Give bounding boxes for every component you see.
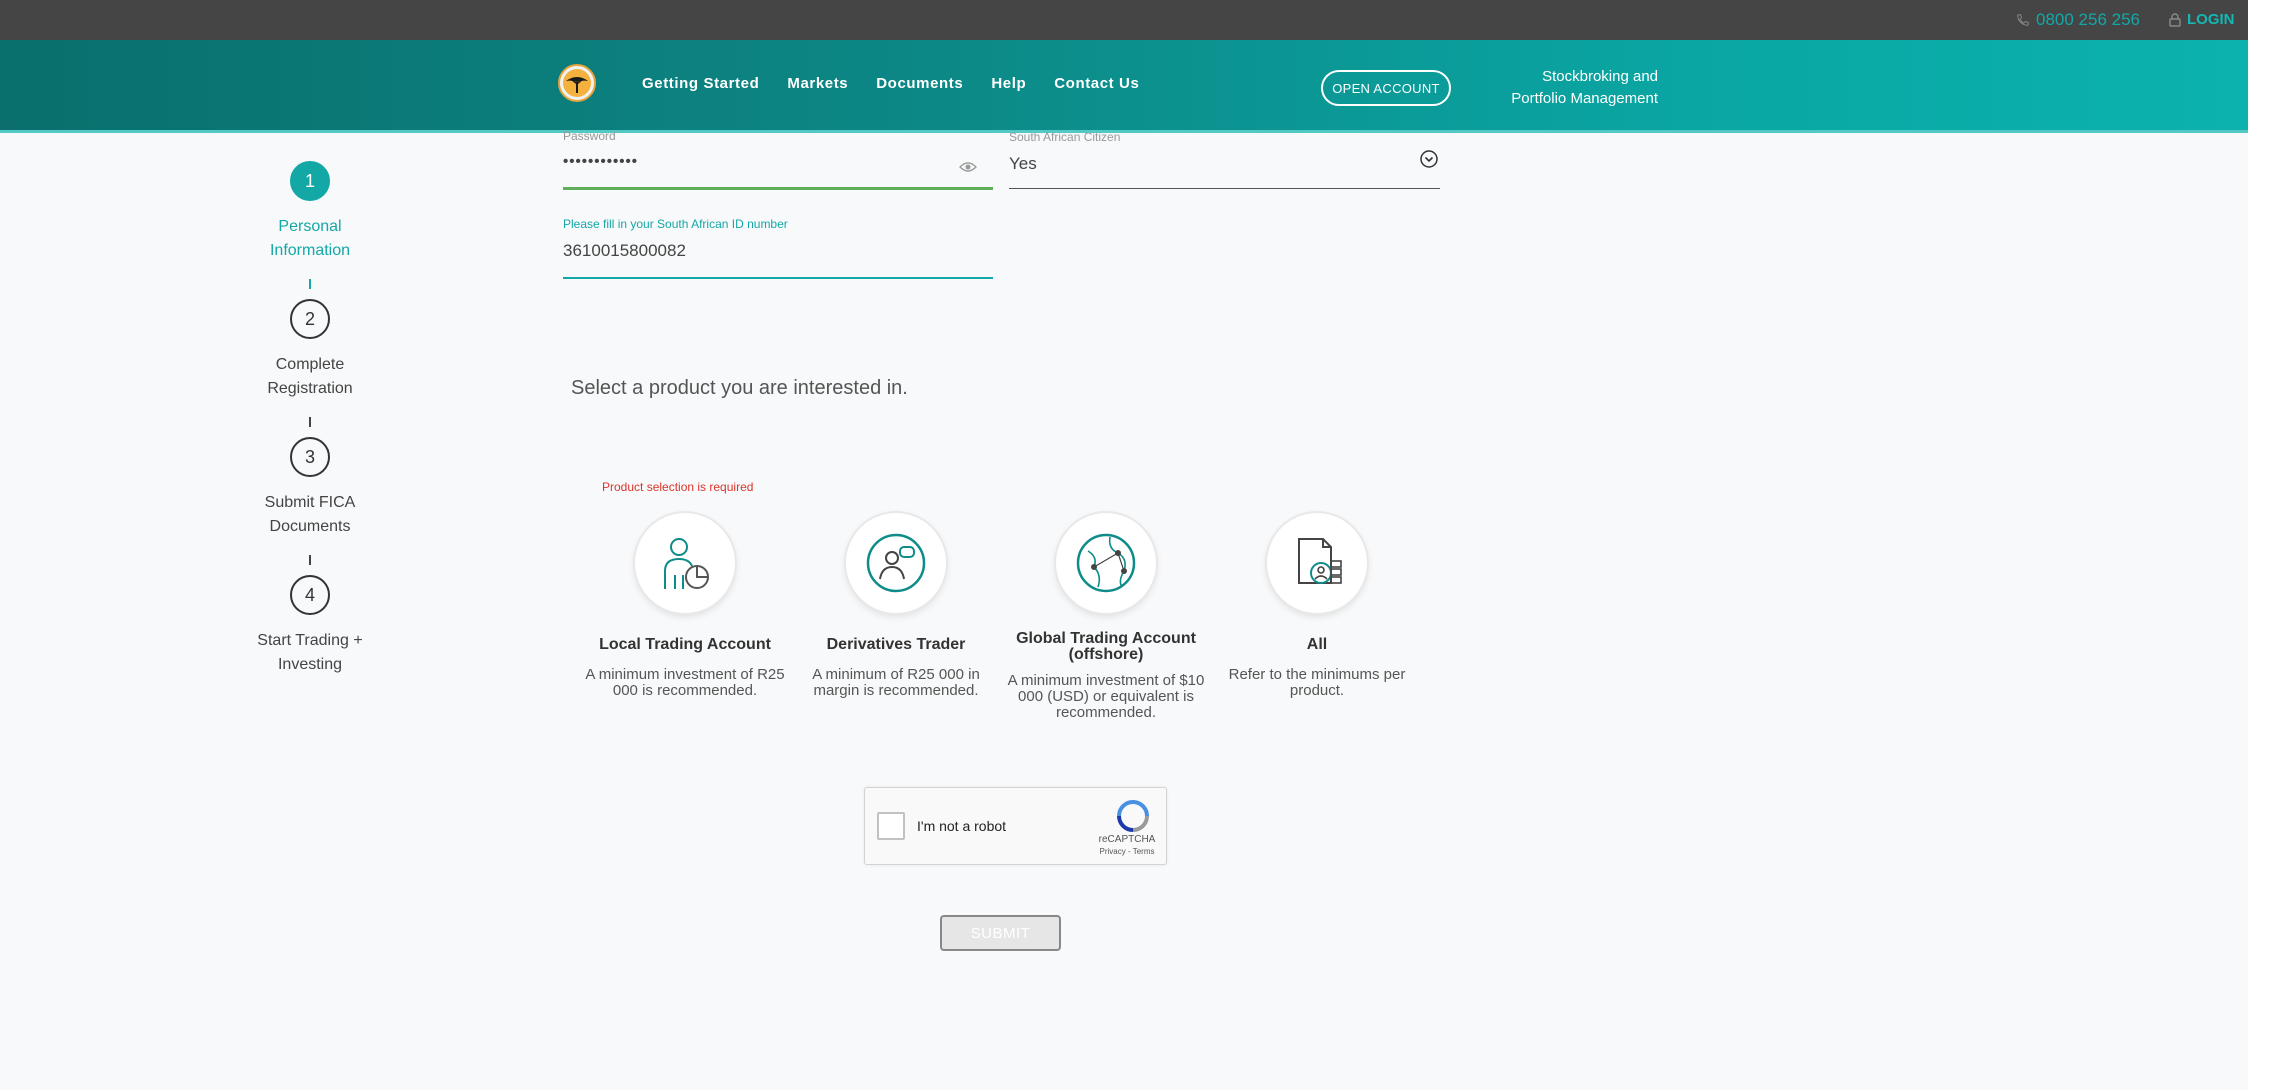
step-label: Start Trading + Investing bbox=[220, 629, 400, 677]
step-start-trading: 4 Start Trading + Investing bbox=[220, 575, 400, 677]
document-portfolio-icon bbox=[1298, 538, 1342, 584]
step-label-line-2: Registration bbox=[267, 380, 353, 397]
step-number: 3 bbox=[290, 437, 330, 477]
step-submit-fica: 3 Submit FICA Documents bbox=[220, 437, 400, 539]
step-label-line-2: Documents bbox=[269, 518, 351, 535]
lock-icon bbox=[2169, 12, 2181, 27]
recaptcha-terms-link[interactable]: Privacy - Terms bbox=[1087, 847, 1167, 856]
product-description: A minimum of R25 000 in margin is recomm… bbox=[812, 666, 980, 699]
nav-help[interactable]: Help bbox=[991, 75, 1026, 92]
login-link[interactable]: LOGIN bbox=[2169, 11, 2235, 28]
header-tagline: Stockbroking and Portfolio Management bbox=[1480, 66, 1658, 110]
fnb-logo[interactable] bbox=[558, 64, 596, 102]
product-icon-ring[interactable] bbox=[635, 513, 735, 613]
citizen-label: South African Citizen bbox=[1009, 130, 1121, 144]
content-area: 1 Personal Information 2 Complete Regist… bbox=[0, 129, 2248, 1090]
phone-number: 0800 256 256 bbox=[2036, 10, 2140, 29]
step-number: 2 bbox=[290, 299, 330, 339]
login-label: LOGIN bbox=[2187, 11, 2235, 28]
globe-network-icon bbox=[1076, 533, 1136, 593]
trader-chat-icon bbox=[866, 533, 926, 593]
nav-getting-started[interactable]: Getting Started bbox=[642, 75, 759, 92]
product-name: Local Trading Account bbox=[599, 636, 771, 653]
password-underline bbox=[563, 187, 993, 190]
main-header: Getting Started Markets Documents Help C… bbox=[0, 40, 2248, 131]
step-label: Personal Information bbox=[220, 215, 400, 263]
step-label-line-1: Submit FICA bbox=[264, 494, 356, 511]
recaptcha-checkbox[interactable] bbox=[877, 812, 905, 840]
step-label-line-2: Investing bbox=[277, 656, 343, 673]
id-number-underline bbox=[563, 277, 993, 279]
citizen-value: Yes bbox=[1009, 154, 1037, 173]
step-label-line-1: Complete bbox=[275, 356, 345, 373]
step-label-line-1: Personal bbox=[278, 218, 342, 235]
nav-contact-us[interactable]: Contact Us bbox=[1054, 75, 1139, 92]
step-number: 4 bbox=[290, 575, 330, 615]
product-icon-ring[interactable] bbox=[846, 513, 946, 613]
step-number: 1 bbox=[290, 161, 330, 201]
product-global-trading[interactable]: Global Trading Account (offshore) A mini… bbox=[1006, 513, 1206, 721]
product-name: Global Trading Account (offshore) bbox=[1016, 630, 1196, 663]
submit-button[interactable]: SUBMIT bbox=[940, 915, 1061, 951]
id-number-label: Please fill in your South African ID num… bbox=[563, 217, 788, 231]
step-label: Complete Registration bbox=[220, 353, 400, 401]
id-number-input[interactable]: 3610015800082 bbox=[563, 241, 993, 273]
recaptcha-brand: reCAPTCHA bbox=[1098, 834, 1156, 845]
product-error-message: Product selection is required bbox=[602, 480, 754, 494]
nav-markets[interactable]: Markets bbox=[787, 75, 848, 92]
product-icon-ring[interactable] bbox=[1056, 513, 1156, 613]
step-label-line-1: Start Trading + bbox=[257, 632, 363, 649]
step-personal-information: 1 Personal Information bbox=[220, 161, 400, 263]
product-name: All bbox=[1306, 636, 1328, 653]
password-input[interactable]: •••••••••••• bbox=[563, 153, 993, 182]
password-field[interactable]: Password •••••••••••• bbox=[563, 129, 993, 190]
eye-icon[interactable] bbox=[959, 161, 977, 173]
step-connector bbox=[309, 417, 311, 427]
investor-chart-icon bbox=[664, 538, 709, 589]
product-derivatives-trader[interactable]: Derivatives Trader A minimum of R25 000 … bbox=[796, 513, 996, 699]
page-scrollbar[interactable] bbox=[2248, 0, 2277, 1090]
product-description: Refer to the minimums per product. bbox=[1228, 666, 1406, 699]
step-connector bbox=[309, 555, 311, 565]
product-local-trading[interactable]: Local Trading Account A minimum investme… bbox=[585, 513, 785, 699]
chevron-down-icon[interactable] bbox=[1420, 150, 1438, 168]
step-complete-registration: 2 Complete Registration bbox=[220, 299, 400, 401]
citizen-underline bbox=[1009, 188, 1440, 189]
step-label-line-2: Information bbox=[269, 242, 351, 259]
recaptcha-widget: I'm not a robot reCAPTCHA Privacy - Term… bbox=[864, 787, 1167, 865]
password-label: Password bbox=[563, 129, 616, 143]
product-icon-ring[interactable] bbox=[1267, 513, 1367, 613]
recaptcha-logo-icon bbox=[1117, 800, 1149, 832]
products-title: Select a product you are interested in. bbox=[571, 377, 908, 399]
main-nav: Getting Started Markets Documents Help C… bbox=[642, 75, 1139, 92]
product-description: A minimum investment of $10 000 (USD) or… bbox=[1007, 672, 1205, 721]
recaptcha-label: I'm not a robot bbox=[917, 818, 1007, 834]
step-label: Submit FICA Documents bbox=[220, 491, 400, 539]
tree-logo-icon bbox=[563, 69, 591, 97]
phone-icon bbox=[2017, 14, 2029, 26]
id-number-field[interactable]: Please fill in your South African ID num… bbox=[563, 217, 993, 279]
tagline-line-1: Stockbroking and bbox=[1542, 68, 1658, 85]
product-description: A minimum investment of R25 000 is recom… bbox=[585, 666, 785, 699]
tagline-line-2: Portfolio Management bbox=[1511, 90, 1658, 107]
product-all[interactable]: All Refer to the minimums per product. bbox=[1217, 513, 1417, 699]
citizen-select[interactable]: South African Citizen Yes bbox=[1009, 130, 1440, 189]
open-account-button[interactable]: OPEN ACCOUNT bbox=[1321, 70, 1451, 106]
top-utility-bar: 0800 256 256 LOGIN bbox=[0, 0, 2248, 40]
nav-documents[interactable]: Documents bbox=[876, 75, 963, 92]
product-name: Derivatives Trader bbox=[826, 636, 966, 653]
step-connector bbox=[309, 279, 311, 289]
phone-link[interactable]: 0800 256 256 bbox=[2016, 10, 2140, 30]
